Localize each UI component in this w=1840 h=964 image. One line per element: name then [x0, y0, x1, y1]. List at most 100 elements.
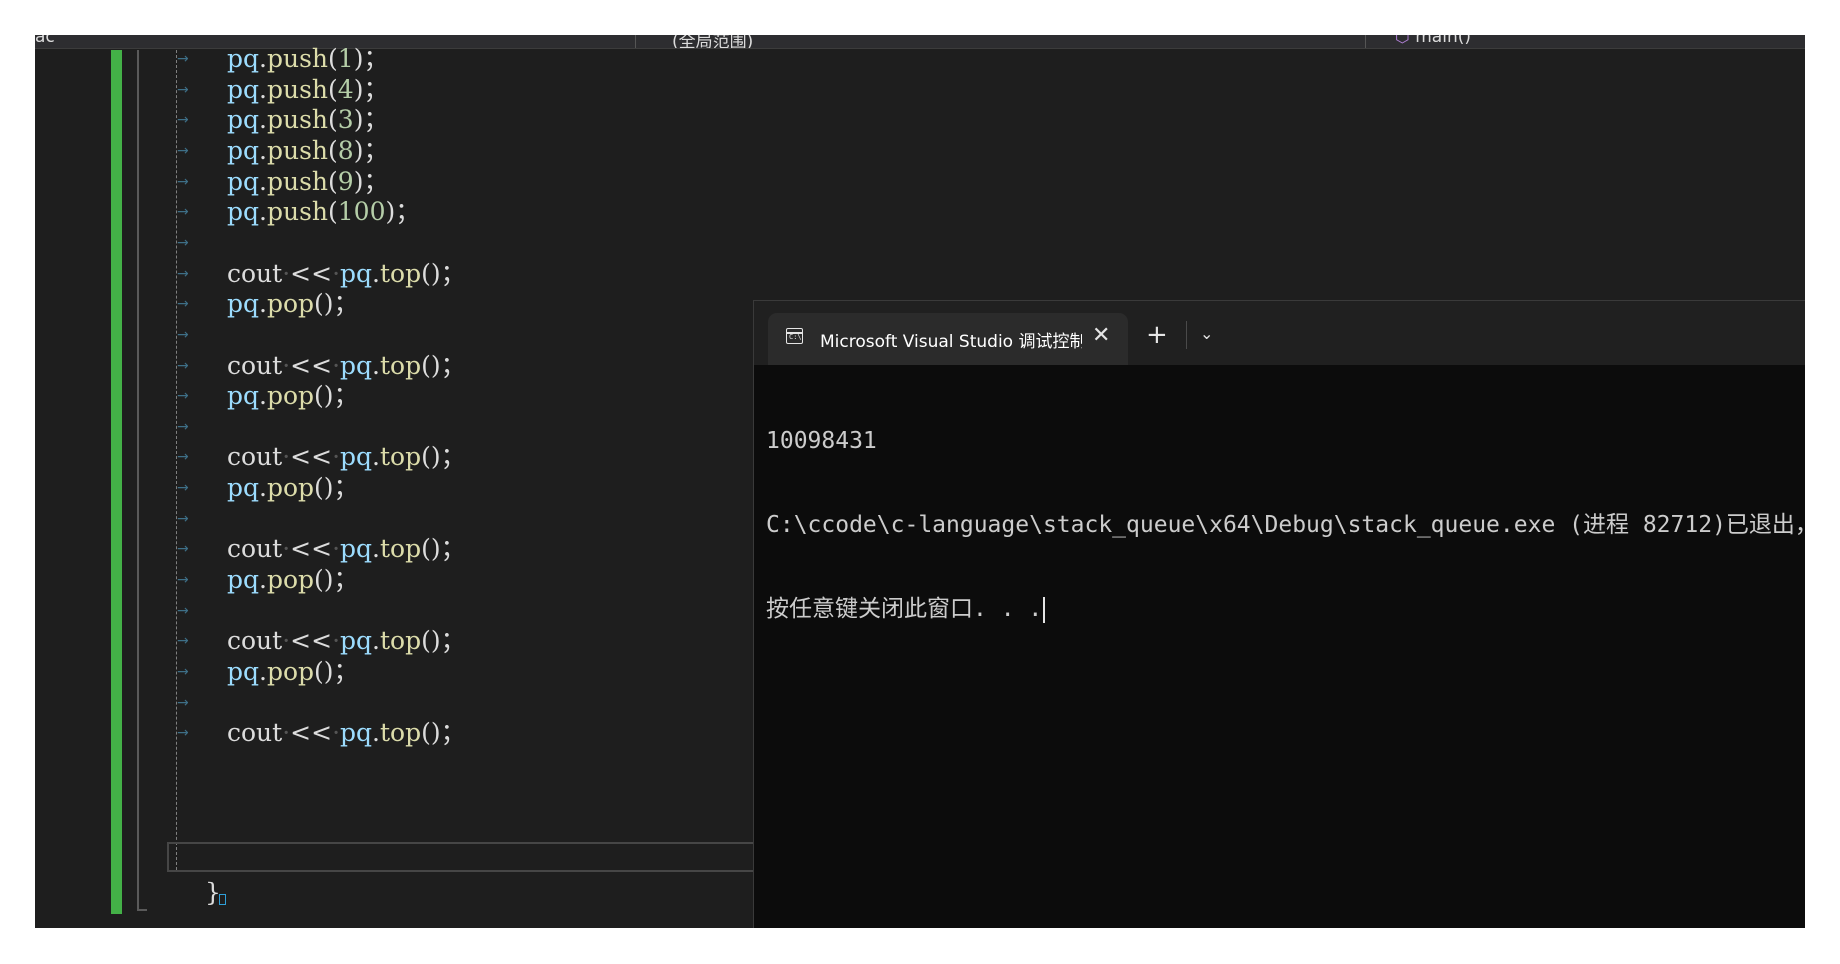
code-line[interactable]: pq.pop()； — [227, 565, 359, 595]
code-line[interactable]: cout·<<·pq.top()； — [227, 626, 466, 656]
operator-token: << — [290, 442, 333, 471]
code-line[interactable]: pq.pop()； — [227, 381, 359, 411]
close-icon[interactable]: ✕ — [1092, 323, 1110, 348]
statement-end: ()； — [421, 259, 466, 288]
variable-token: pq — [340, 351, 373, 380]
tab-whitespace-icon: → — [177, 664, 189, 680]
outline-collapse-line[interactable] — [137, 50, 139, 910]
statement-end: )； — [353, 167, 389, 196]
method-token: pop — [266, 657, 315, 686]
space-marker: · — [332, 626, 341, 655]
method-icon: ⬡ — [1395, 35, 1410, 47]
project-dropdown[interactable]: ac — [35, 35, 55, 47]
tab-whitespace-icon: → — [177, 388, 189, 404]
tab-whitespace-icon: → — [177, 541, 189, 557]
code-line[interactable]: pq.push(1)； — [227, 44, 388, 74]
method-token: pop — [266, 473, 315, 502]
method-token: pop — [266, 289, 315, 318]
member-access: . — [259, 381, 267, 410]
chevron-down-icon[interactable]: ⌄ — [1200, 320, 1213, 348]
statement-end: ()； — [314, 381, 359, 410]
variable-token: pq — [227, 381, 260, 410]
variable-token: pq — [227, 197, 260, 226]
tab-whitespace-icon: → — [177, 358, 189, 374]
stream-token: cout — [227, 534, 283, 563]
code-line[interactable]: cout·<<·pq.top()； — [227, 718, 466, 748]
code-line[interactable]: pq.push(100)； — [227, 197, 420, 227]
space-marker: · — [332, 534, 341, 563]
tab-whitespace-icon: → — [177, 603, 189, 619]
number-literal: 1 — [337, 44, 354, 73]
statement-end: ()； — [314, 473, 359, 502]
statement-end: ()； — [421, 626, 466, 655]
new-tab-button[interactable]: + — [1146, 321, 1168, 349]
tab-whitespace-icon: → — [177, 572, 189, 588]
statement-end: ()； — [421, 442, 466, 471]
terminal-tab[interactable]: C:\ Microsoft Visual Studio 调试控制台 ✕ — [768, 313, 1128, 365]
code-line[interactable]: cout·<<·pq.top()； — [227, 259, 466, 289]
tab-whitespace-icon: → — [177, 419, 189, 435]
code-line[interactable]: pq.push(9)； — [227, 167, 388, 197]
tab-whitespace-icon: → — [177, 112, 189, 128]
paren: ( — [328, 44, 338, 73]
method-token: top — [379, 718, 422, 747]
tab-whitespace-icon: → — [177, 82, 189, 98]
intellisense-marker-icon — [219, 894, 226, 905]
member-dropdown[interactable]: ⬡ main() — [1395, 35, 1471, 47]
operator-token: << — [290, 534, 333, 563]
titlebar-divider — [1186, 321, 1187, 349]
member-access: . — [259, 565, 267, 594]
code-line[interactable]: pq.pop()； — [227, 289, 359, 319]
member-access: . — [372, 351, 380, 380]
statement-end: )； — [353, 44, 389, 73]
tab-whitespace-icon: → — [177, 235, 189, 251]
code-line[interactable]: pq.pop()； — [227, 473, 359, 503]
method-token: top — [379, 442, 422, 471]
number-literal: 9 — [337, 167, 354, 196]
ide-screenshot-frame: ac (全局范围) ⬡ main() → pq.push(1)； → pq.push(… — [35, 35, 1805, 928]
code-line[interactable]: pq.push(3)； — [227, 105, 388, 135]
scope-dropdown[interactable]: (全局范围) — [672, 35, 753, 48]
code-line[interactable]: pq.push(4)； — [227, 75, 388, 105]
code-line[interactable]: pq.push(8)； — [227, 136, 388, 166]
tab-whitespace-icon: → — [177, 51, 189, 67]
member-access: . — [259, 197, 267, 226]
terminal-output[interactable]: 10098431 C:\ccode\c-language\stack_queue… — [766, 371, 1805, 679]
tab-whitespace-icon: → — [177, 449, 189, 465]
code-line[interactable]: pq.pop()； — [227, 657, 359, 687]
stream-token: cout — [227, 259, 283, 288]
output-line: C:\ccode\c-language\stack_queue\x64\Debu… — [766, 512, 1805, 538]
member-access: . — [259, 167, 267, 196]
member-label: main() — [1415, 35, 1471, 47]
method-token: top — [379, 534, 422, 563]
variable-token: pq — [340, 442, 373, 471]
code-line[interactable]: cout·<<·pq.top()； — [227, 442, 466, 472]
outline-collapse-end — [137, 909, 147, 911]
space-marker: · — [282, 626, 291, 655]
tab-whitespace-icon: → — [177, 174, 189, 190]
variable-token: pq — [227, 657, 260, 686]
statement-end: )； — [353, 105, 389, 134]
output-line: 10098431 — [766, 428, 877, 454]
terminal-titlebar: C:\ Microsoft Visual Studio 调试控制台 ✕ + ⌄ — [754, 301, 1805, 365]
tab-whitespace-icon: → — [177, 327, 189, 343]
space-marker: · — [332, 442, 341, 471]
member-access: . — [259, 289, 267, 318]
member-access: . — [372, 259, 380, 288]
statement-end: ()； — [314, 565, 359, 594]
method-token: push — [266, 167, 329, 196]
stream-token: cout — [227, 626, 283, 655]
tab-whitespace-icon: → — [177, 480, 189, 496]
tab-whitespace-icon: → — [177, 511, 189, 527]
variable-token: pq — [227, 167, 260, 196]
statement-end: ()； — [421, 718, 466, 747]
paren: ( — [328, 136, 338, 165]
method-token: top — [379, 259, 422, 288]
tab-whitespace-icon: → — [177, 204, 189, 220]
debug-console-window[interactable]: C:\ Microsoft Visual Studio 调试控制台 ✕ + ⌄ … — [753, 300, 1805, 928]
operator-token: << — [290, 718, 333, 747]
code-line[interactable]: cout·<<·pq.top()； — [227, 534, 466, 564]
variable-token: pq — [340, 534, 373, 563]
code-line[interactable]: cout·<<·pq.top()； — [227, 351, 466, 381]
member-access: . — [372, 442, 380, 471]
